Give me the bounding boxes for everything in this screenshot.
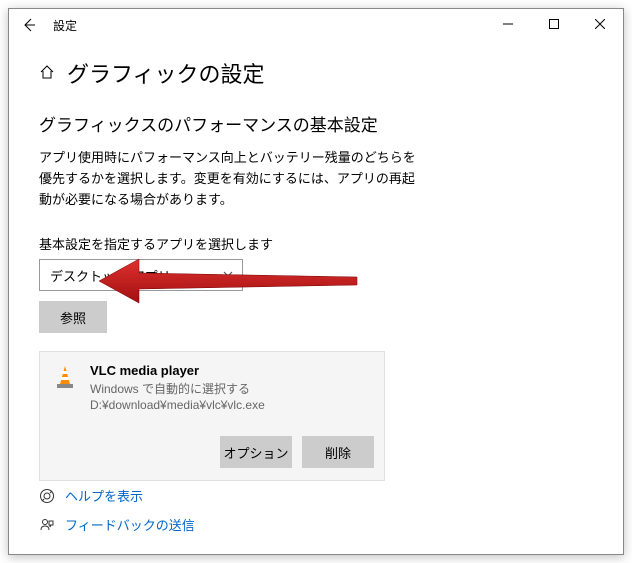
feedback-link[interactable]: フィードバックの送信 (65, 515, 195, 534)
feedback-link-row: フィードバックの送信 (39, 515, 195, 534)
section-heading: グラフィックスのパフォーマンスの基本設定 (39, 111, 593, 136)
help-link[interactable]: ヘルプを表示 (65, 486, 143, 505)
app-name: VLC media player (90, 362, 374, 380)
help-link-row: ヘルプを表示 (39, 486, 195, 505)
remove-button[interactable]: 削除 (302, 436, 374, 468)
page-title: グラフィックの設定 (67, 57, 265, 89)
back-button[interactable] (9, 9, 49, 41)
app-type-select[interactable]: デスクトップ アプリ (39, 259, 243, 291)
window-title: 設定 (53, 17, 77, 34)
close-icon (595, 19, 605, 29)
close-button[interactable] (577, 9, 623, 39)
maximize-button[interactable] (531, 9, 577, 39)
titlebar: 設定 (9, 9, 623, 41)
app-row[interactable]: VLC media player Windows で自動的に選択する D:¥do… (50, 362, 374, 414)
vlc-icon (50, 362, 80, 392)
select-label: 基本設定を指定するアプリを選択します (39, 234, 593, 253)
maximize-icon (549, 19, 559, 29)
app-subtitle: Windows で自動的に選択する (90, 381, 374, 398)
feedback-icon (39, 517, 55, 533)
app-path: D:¥download¥media¥vlc¥vlc.exe (90, 397, 374, 414)
options-button-label: オプション (223, 443, 288, 462)
back-arrow-icon (21, 17, 37, 33)
window-controls (485, 9, 623, 39)
chevron-down-icon (222, 268, 234, 283)
section-description: アプリ使用時にパフォーマンス向上とバッテリー残量のどちらを優先するかを選択します… (39, 148, 419, 210)
app-card: VLC media player Windows で自動的に選択する D:¥do… (39, 351, 385, 481)
browse-button[interactable]: 参照 (39, 301, 107, 333)
options-button[interactable]: オプション (220, 436, 292, 468)
browse-button-label: 参照 (60, 308, 86, 327)
minimize-icon (503, 19, 513, 29)
settings-window: 設定 グラフィックの設定 グラフィックスのパフォーマンスの基本設定 アプリ使用時… (8, 8, 624, 555)
select-value: デスクトップ アプリ (50, 266, 171, 285)
home-icon[interactable] (39, 64, 55, 83)
minimize-button[interactable] (485, 9, 531, 39)
remove-button-label: 削除 (325, 443, 351, 462)
content-area: グラフィックの設定 グラフィックスのパフォーマンスの基本設定 アプリ使用時にパフ… (9, 41, 623, 554)
help-icon (39, 488, 55, 504)
